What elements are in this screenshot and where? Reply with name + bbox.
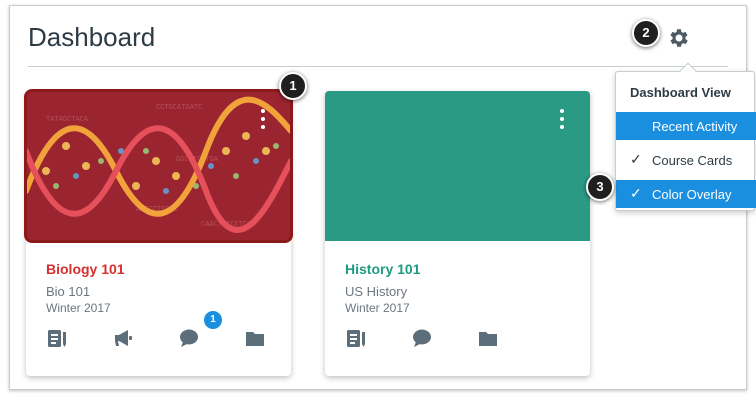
discussion-notification-badge: 1 [204, 311, 222, 329]
assignments-icon[interactable] [345, 327, 367, 349]
svg-text:TATAGCTACA: TATAGCTACA [46, 116, 89, 124]
megaphone-icon[interactable] [112, 327, 134, 349]
course-card-image[interactable]: CCTGCATGATC GGCATCCTGA AGTCCTGGAC CAACTG… [24, 89, 293, 243]
card-action-icons: 1 [46, 311, 271, 353]
assignments-icon[interactable] [46, 327, 68, 349]
svg-text:GGCATCCTGA: GGCATCCTGA [176, 156, 219, 164]
discussion-icon[interactable] [411, 327, 433, 349]
dna-image: CCTGCATGATC GGCATCCTGA AGTCCTGGAC CAACTG… [26, 91, 291, 241]
card-options-kebab-icon[interactable] [259, 109, 267, 133]
course-name[interactable]: Biology 101 [46, 261, 125, 277]
course-code: US History [345, 284, 408, 299]
course-term: Winter 2017 [345, 301, 410, 315]
course-card-history[interactable]: History 101 US History Winter 2017 [325, 91, 590, 376]
menu-item-course-cards[interactable]: ✓ Course Cards [616, 146, 756, 174]
menu-item-label: Color Overlay [652, 187, 732, 202]
card-action-icons [345, 323, 570, 353]
course-card-biology[interactable]: CCTGCATGATC GGCATCCTGA AGTCCTGGAC CAACTG… [24, 89, 293, 376]
course-code: Bio 101 [46, 284, 91, 299]
title-divider [28, 66, 728, 67]
folder-icon[interactable] [477, 327, 499, 349]
course-card-image[interactable] [325, 91, 590, 241]
course-term: Winter 2017 [46, 301, 111, 315]
card-options-kebab-icon[interactable] [558, 109, 566, 133]
menu-item-recent-activity[interactable]: Recent Activity [616, 112, 756, 140]
dashboard-view-menu: Dashboard View Recent Activity ✓ Course … [615, 62, 756, 211]
discussion-icon[interactable] [178, 327, 200, 349]
page-title: Dashboard [28, 22, 156, 52]
course-name[interactable]: History 101 [345, 261, 420, 277]
menu-item-label: Recent Activity [652, 119, 738, 134]
menu-item-color-overlay[interactable]: ✓ Color Overlay [616, 180, 756, 208]
gear-icon[interactable] [666, 26, 690, 50]
callout-3: 3 [586, 173, 614, 201]
menu-item-label: Course Cards [652, 153, 733, 168]
dashboard-frame: Dashboard CCTGCATGATC GGCATCCTGA AGTCCTG… [9, 5, 756, 390]
folder-icon[interactable] [244, 327, 266, 349]
callout-2: 2 [632, 19, 660, 47]
checkmark-icon: ✓ [630, 185, 642, 201]
callout-1: 1 [279, 72, 307, 100]
svg-text:CCTGCATGATC: CCTGCATGATC [156, 104, 202, 112]
menu-header: Dashboard View [630, 85, 731, 100]
checkmark-icon: ✓ [630, 151, 642, 167]
